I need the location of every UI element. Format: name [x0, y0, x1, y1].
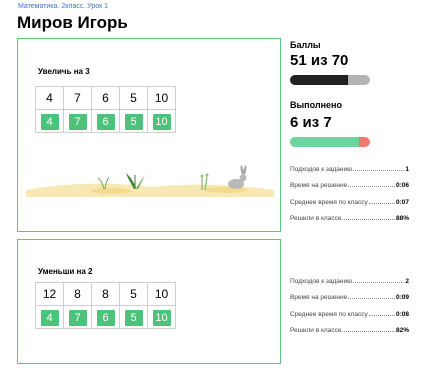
stat-value: 0:06	[395, 182, 409, 189]
stat-time: Время на решение 0:06	[290, 182, 409, 189]
number-cell: 8	[63, 282, 92, 306]
number: 4	[46, 91, 53, 105]
number-cell: 5	[119, 282, 148, 306]
stat-label: Подходов к заданию	[290, 166, 353, 173]
number-cell: 4	[35, 86, 64, 110]
stat-label: Решили в классе	[290, 215, 342, 222]
stat-value: 88%	[395, 215, 409, 222]
done-bar	[290, 137, 370, 147]
stat-value: 0:07	[395, 199, 409, 206]
stat-value: 82%	[395, 327, 409, 334]
answer-cell: 4	[35, 305, 64, 329]
answer-cell: 10	[147, 305, 176, 329]
answer-badge: 5	[124, 310, 143, 326]
answer-cell: 7	[63, 305, 92, 329]
number-cell: 12	[35, 282, 64, 306]
breadcrumb[interactable]: Математика. 2класс. Урок 1	[18, 3, 108, 10]
stat-class-avg-time: Среднее время по классу 0:07	[290, 199, 409, 206]
number-cell: 8	[91, 282, 120, 306]
answer-cell: 6	[91, 305, 120, 329]
score-value: 51 из 70	[290, 52, 349, 69]
answer-badge: 4	[40, 114, 59, 130]
answer-cell: 5	[119, 109, 148, 133]
stat-attempts: Подходов к заданию 1	[290, 166, 409, 173]
answer-badge: 7	[68, 114, 87, 130]
stat-label: Время на решение	[290, 294, 348, 301]
score-bar	[290, 75, 370, 85]
numbers-row: 12 8 8 5 10	[35, 282, 176, 306]
answer-badge: 6	[96, 114, 115, 130]
number: 10	[154, 91, 169, 105]
answers-row: 4 7 6 5 10	[35, 109, 176, 133]
number-cell: 5	[119, 86, 148, 110]
stat-class-avg-time: Среднее время по классу 0:08	[290, 311, 409, 318]
stat-label: Среднее время по классу	[290, 199, 368, 206]
number: 12	[42, 287, 57, 301]
stat-value: 2	[405, 278, 409, 285]
number: 8	[74, 287, 81, 301]
stat-attempts: Подходов к заданию 2	[290, 278, 409, 285]
task-title: Увеличь на 3	[38, 67, 90, 76]
task-title: Уменьши на 2	[38, 267, 93, 276]
number: 6	[102, 91, 109, 105]
number: 5	[130, 287, 137, 301]
answer-cell: 6	[91, 109, 120, 133]
answer-cell: 7	[63, 109, 92, 133]
done-bar-fill	[290, 137, 359, 147]
number: 10	[154, 287, 169, 301]
answer-badge: 5	[124, 114, 143, 130]
stat-label: Подходов к заданию	[290, 278, 353, 285]
stat-label: Время на решение	[290, 182, 348, 189]
stat-value: 0:09	[395, 294, 409, 301]
task-card-1: Увеличь на 3 4 7 6 5 10 4 7 6 5 10	[17, 38, 281, 232]
answer-badge: 4	[40, 310, 59, 326]
number: 7	[74, 91, 81, 105]
done-label: Выполнено	[290, 100, 342, 110]
done-value: 6 из 7	[290, 114, 332, 131]
stat-label: Среднее время по классу	[290, 311, 368, 318]
score-label: Баллы	[290, 40, 321, 50]
number: 8	[102, 287, 109, 301]
stat-value: 0:08	[395, 311, 409, 318]
numbers-row: 4 7 6 5 10	[35, 86, 176, 110]
score-bar-fill	[290, 75, 349, 85]
answer-badge: 10	[152, 114, 171, 130]
number-cell: 10	[147, 86, 176, 110]
task-card-2: Уменьши на 2 12 8 8 5 10 4 7 6 5 10	[17, 239, 281, 364]
answer-cell: 10	[147, 109, 176, 133]
answers-row: 4 7 6 5 10	[35, 305, 176, 329]
meadow-illustration	[26, 165, 274, 197]
answer-cell: 4	[35, 109, 64, 133]
number-cell: 6	[91, 86, 120, 110]
stat-value: 1	[405, 166, 409, 173]
task-grid: 12 8 8 5 10 4 7 6 5 10	[35, 282, 176, 329]
number: 5	[130, 91, 137, 105]
stat-class-solved: Решили в классе 82%	[290, 327, 409, 334]
stat-time: Время на решение 0:09	[290, 294, 409, 301]
number-cell: 7	[63, 86, 92, 110]
rabbit-icon	[228, 165, 247, 189]
page-title: Миров Игорь	[17, 13, 128, 32]
answer-cell: 5	[119, 305, 148, 329]
answer-badge: 6	[96, 310, 115, 326]
answer-badge: 7	[68, 310, 87, 326]
answer-badge: 10	[152, 310, 171, 326]
stat-class-solved: Решили в классе 88%	[290, 215, 409, 222]
number-cell: 10	[147, 282, 176, 306]
task-grid: 4 7 6 5 10 4 7 6 5 10	[35, 86, 176, 133]
stat-label: Решили в классе	[290, 327, 342, 334]
